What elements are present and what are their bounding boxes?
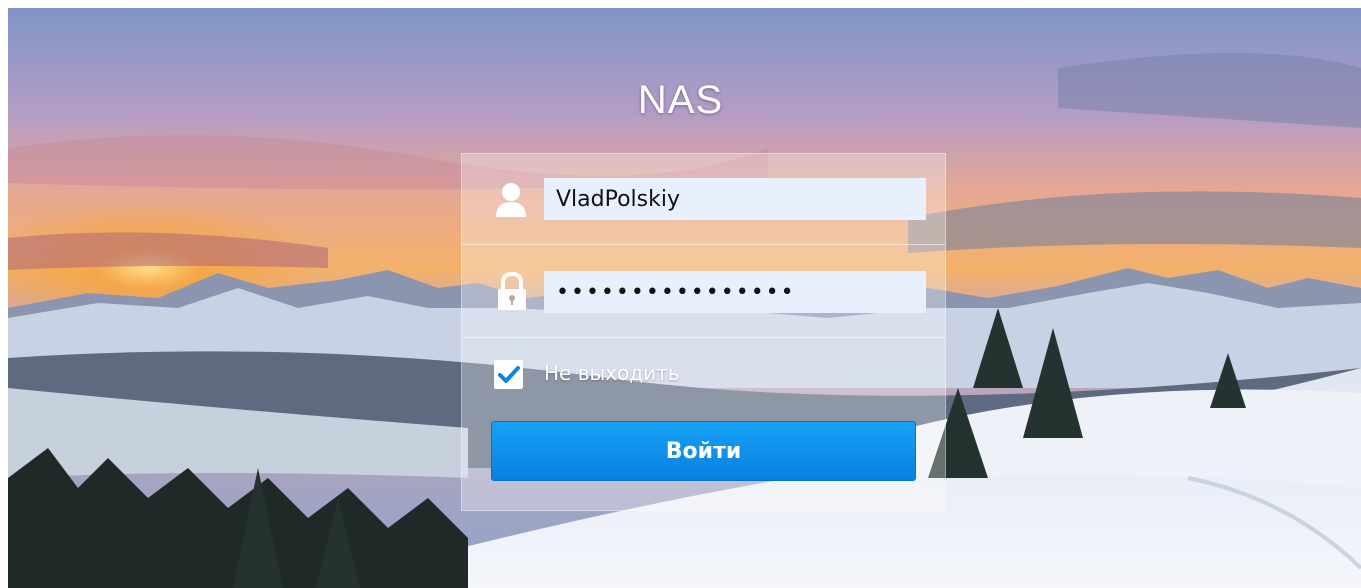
checkmark-icon <box>498 366 520 383</box>
username-divider <box>462 244 945 245</box>
remember-label[interactable]: Не выходить <box>544 361 680 385</box>
lock-icon <box>495 271 529 310</box>
remember-checkbox[interactable] <box>494 360 523 389</box>
app-title: NAS <box>637 78 724 122</box>
password-divider <box>462 337 945 338</box>
password-input[interactable] <box>544 271 926 313</box>
login-panel: Не выходить Войти <box>461 153 946 511</box>
login-button[interactable]: Войти <box>491 421 916 481</box>
user-icon <box>494 181 528 217</box>
username-input[interactable] <box>544 178 926 220</box>
